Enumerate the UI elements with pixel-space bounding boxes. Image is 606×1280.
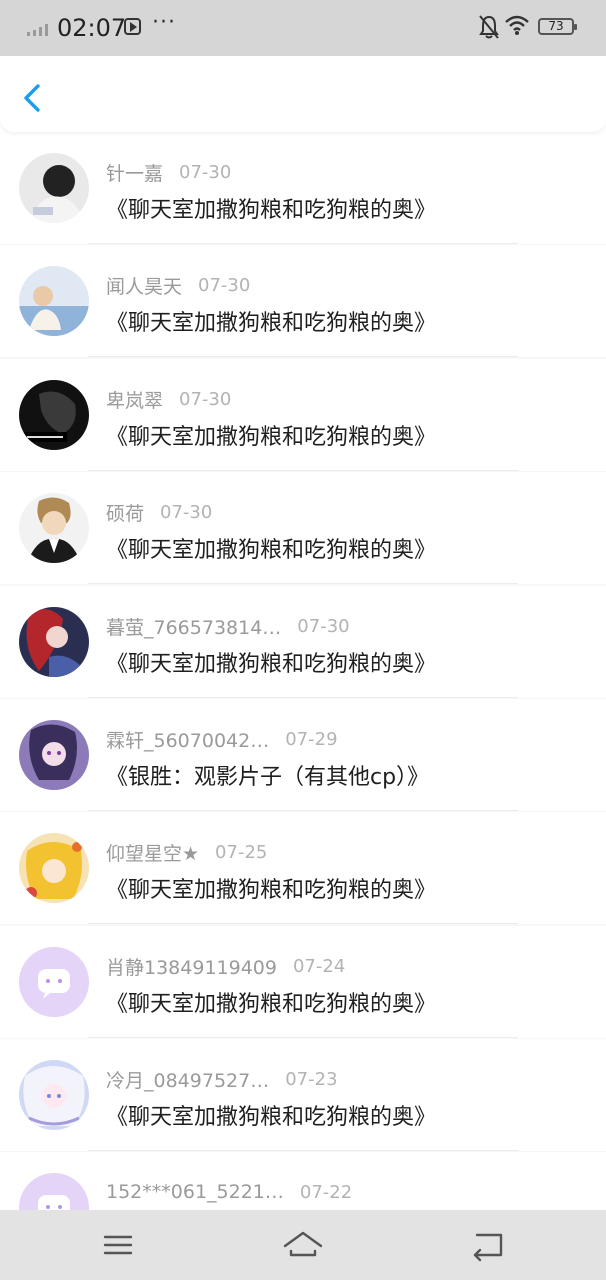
- list-item[interactable]: 冷月_08497527… 07-23 《聊天室加撒狗粮和吃狗粮的奥》: [0, 1039, 606, 1151]
- signal-icon: [27, 22, 48, 36]
- system-nav-bar: [0, 1210, 606, 1280]
- home-icon: [283, 1231, 323, 1257]
- media-playing-icon: [124, 18, 141, 35]
- bell-off-icon: [479, 15, 499, 39]
- comment-date: 07-30: [198, 274, 251, 296]
- book-title[interactable]: 《聊天室加撒狗粮和吃狗粮的奥》: [106, 419, 436, 451]
- book-title[interactable]: 《聊天室加撒狗粮和吃狗粮的奥》: [106, 1099, 436, 1131]
- wifi-icon: [505, 15, 529, 35]
- avatar[interactable]: [19, 607, 89, 677]
- status-time: 02:07: [57, 14, 127, 42]
- comment-date: 07-22: [299, 1181, 353, 1203]
- list-item[interactable]: 闻人昊天 07-30 《聊天室加撒狗粮和吃狗粮的奥》: [0, 245, 606, 357]
- list-item[interactable]: 针一嘉 07-30 《聊天室加撒狗粮和吃狗粮的奥》: [0, 132, 606, 244]
- default-avatar-icon: [38, 1195, 70, 1210]
- comment-date: 07-23: [285, 1068, 338, 1090]
- user-name[interactable]: 肖静13849119409: [106, 953, 277, 980]
- comment-date: 07-24: [292, 955, 346, 977]
- comment-date: 07-30: [179, 161, 232, 183]
- list-item[interactable]: 卑岚翠 07-30 《聊天室加撒狗粮和吃狗粮的奥》: [0, 359, 606, 471]
- user-name[interactable]: 暮萤_766573814…: [106, 613, 281, 640]
- user-name[interactable]: 针一嘉: [106, 159, 163, 186]
- user-name[interactable]: 冷月_08497527…: [106, 1066, 269, 1093]
- book-title[interactable]: 《聊天室加撒狗粮和吃狗粮的奥》: [106, 192, 436, 224]
- list-item[interactable]: 仰望星空★ 07-25 《聊天室加撒狗粮和吃狗粮的奥》: [0, 812, 606, 924]
- user-name[interactable]: 闻人昊天: [106, 272, 182, 299]
- avatar[interactable]: [19, 266, 89, 336]
- list-item[interactable]: 暮萤_766573814… 07-30 《聊天室加撒狗粮和吃狗粮的奥》: [0, 586, 606, 698]
- avatar[interactable]: [19, 947, 89, 1017]
- divider: [88, 583, 518, 584]
- divider: [88, 1150, 518, 1151]
- comment-date: 07-25: [215, 841, 268, 863]
- avatar[interactable]: [19, 493, 89, 563]
- menu-icon: [103, 1235, 133, 1255]
- divider: [88, 243, 518, 244]
- list-item[interactable]: 152***061_5221… 07-22: [0, 1152, 606, 1210]
- return-icon: [473, 1233, 503, 1262]
- book-title[interactable]: 《聊天室加撒狗粮和吃狗粮的奥》: [106, 986, 436, 1018]
- user-name[interactable]: 霖轩_56070042…: [106, 726, 269, 753]
- avatar[interactable]: [19, 380, 89, 450]
- user-name[interactable]: 152***061_5221…: [106, 1181, 284, 1203]
- header-bar: [0, 56, 606, 132]
- avatar[interactable]: [19, 720, 89, 790]
- avatar[interactable]: [19, 1173, 89, 1210]
- book-title[interactable]: 《聊天室加撒狗粮和吃狗粮的奥》: [106, 532, 436, 564]
- return-button[interactable]: [467, 1227, 507, 1263]
- user-name[interactable]: 卑岚翠: [106, 386, 163, 413]
- divider: [88, 356, 518, 357]
- avatar[interactable]: [19, 833, 89, 903]
- user-name[interactable]: 仰望星空★: [106, 839, 199, 866]
- avatar[interactable]: [19, 1060, 89, 1130]
- back-button[interactable]: [18, 80, 48, 116]
- home-button[interactable]: [283, 1227, 323, 1263]
- divider: [88, 1037, 518, 1038]
- status-bar: 02:07 ··· 73: [0, 0, 606, 56]
- chevron-left-icon: [24, 84, 40, 112]
- divider: [88, 470, 518, 471]
- comment-date: 07-30: [297, 615, 350, 637]
- avatar[interactable]: [19, 153, 89, 223]
- divider: [88, 923, 518, 924]
- menu-button[interactable]: [98, 1227, 138, 1263]
- comment-date: 07-29: [285, 728, 338, 750]
- user-name[interactable]: 硕荷: [106, 499, 144, 526]
- battery-icon: 73: [538, 18, 577, 35]
- status-more-indicator: ···: [152, 10, 176, 35]
- book-title[interactable]: 《银胜：观影片子（有其他cp）》: [106, 759, 429, 791]
- comment-date: 07-30: [179, 388, 232, 410]
- book-title[interactable]: 《聊天室加撒狗粮和吃狗粮的奥》: [106, 872, 436, 904]
- book-title[interactable]: 《聊天室加撒狗粮和吃狗粮的奥》: [106, 305, 436, 337]
- list-item[interactable]: 硕荷 07-30 《聊天室加撒狗粮和吃狗粮的奥》: [0, 472, 606, 584]
- comment-date: 07-30: [160, 501, 213, 523]
- comment-list[interactable]: 针一嘉 07-30 《聊天室加撒狗粮和吃狗粮的奥》 闻人昊天 07-30 《聊天…: [0, 132, 606, 1210]
- book-title[interactable]: 《聊天室加撒狗粮和吃狗粮的奥》: [106, 646, 436, 678]
- divider: [88, 697, 518, 698]
- list-item[interactable]: 肖静13849119409 07-24 《聊天室加撒狗粮和吃狗粮的奥》: [0, 926, 606, 1038]
- divider: [88, 810, 518, 811]
- list-item[interactable]: 霖轩_56070042… 07-29 《银胜：观影片子（有其他cp）》: [0, 699, 606, 811]
